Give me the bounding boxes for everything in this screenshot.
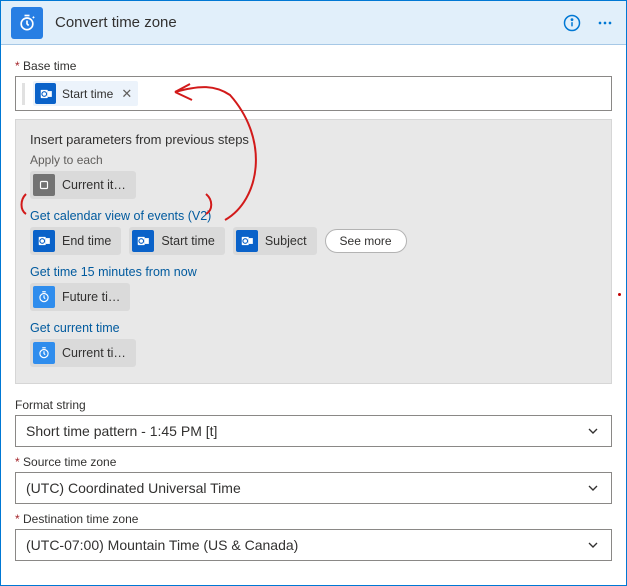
field-source-tz: Source time zone (UTC) Coordinated Unive…	[15, 455, 612, 504]
chip-label: End time	[62, 234, 111, 248]
outlook-icon	[35, 83, 56, 104]
select-value: (UTC) Coordinated Universal Time	[26, 480, 241, 496]
chip-future-time[interactable]: Future ti…	[30, 283, 130, 311]
future-time-label: Get time 15 minutes from now	[30, 265, 597, 279]
current-time-label: Get current time	[30, 321, 597, 335]
card-body: Base time Start time ✕ Insert parameters…	[1, 45, 626, 585]
field-base-time: Base time Start time ✕	[15, 59, 612, 111]
action-card: Convert time zone Base time Start time ✕	[0, 0, 627, 586]
chip-label: Start time	[161, 234, 215, 248]
panel-title: Insert parameters from previous steps	[30, 132, 597, 147]
chevron-down-icon	[585, 480, 601, 496]
select-value: (UTC-07:00) Mountain Time (US & Canada)	[26, 537, 298, 553]
chip-label: Current ti…	[62, 346, 126, 360]
token-label: Start time	[62, 87, 113, 101]
see-more-button[interactable]: See more	[325, 229, 407, 253]
dynamic-content-panel: Insert parameters from previous steps Ap…	[15, 119, 612, 384]
outlook-icon	[33, 230, 55, 252]
card-header: Convert time zone	[1, 1, 626, 45]
more-icon[interactable]	[594, 13, 616, 33]
card-title: Convert time zone	[55, 14, 562, 31]
chip-label: Subject	[265, 234, 307, 248]
loop-icon	[33, 174, 55, 196]
chevron-down-icon	[585, 423, 601, 439]
action-icon	[11, 7, 43, 39]
chip-subject[interactable]: Subject	[233, 227, 317, 255]
clock-icon	[33, 286, 55, 308]
format-string-select[interactable]: Short time pattern - 1:45 PM [t]	[15, 415, 612, 447]
source-tz-label: Source time zone	[15, 455, 612, 469]
chip-current-item[interactable]: Current it…	[30, 171, 136, 199]
calendar-section-label: Get calendar view of events (V2)	[30, 209, 597, 223]
chip-end-time[interactable]: End time	[30, 227, 121, 255]
select-value: Short time pattern - 1:45 PM [t]	[26, 423, 217, 439]
chip-current-time[interactable]: Current ti…	[30, 339, 136, 367]
annotation-dot	[618, 293, 621, 296]
clock-icon	[33, 342, 55, 364]
dest-tz-select[interactable]: (UTC-07:00) Mountain Time (US & Canada)	[15, 529, 612, 561]
chip-start-time[interactable]: Start time	[129, 227, 225, 255]
info-icon[interactable]	[562, 13, 582, 33]
chip-label: Current it…	[62, 178, 126, 192]
field-dest-tz: Destination time zone (UTC-07:00) Mounta…	[15, 512, 612, 561]
header-actions	[562, 13, 616, 33]
base-time-label: Base time	[15, 59, 612, 73]
input-cursor-bar	[22, 83, 25, 105]
outlook-icon	[236, 230, 258, 252]
field-format-string: Format string Short time pattern - 1:45 …	[15, 398, 612, 447]
chip-label: Future ti…	[62, 290, 120, 304]
outlook-icon	[132, 230, 154, 252]
chevron-down-icon	[585, 537, 601, 553]
source-tz-select[interactable]: (UTC) Coordinated Universal Time	[15, 472, 612, 504]
format-string-label: Format string	[15, 398, 612, 412]
apply-to-each-label: Apply to each	[30, 153, 597, 167]
token-remove-icon[interactable]: ✕	[119, 87, 132, 100]
dest-tz-label: Destination time zone	[15, 512, 612, 526]
token-start-time[interactable]: Start time ✕	[33, 81, 138, 106]
base-time-input[interactable]: Start time ✕	[15, 76, 612, 111]
